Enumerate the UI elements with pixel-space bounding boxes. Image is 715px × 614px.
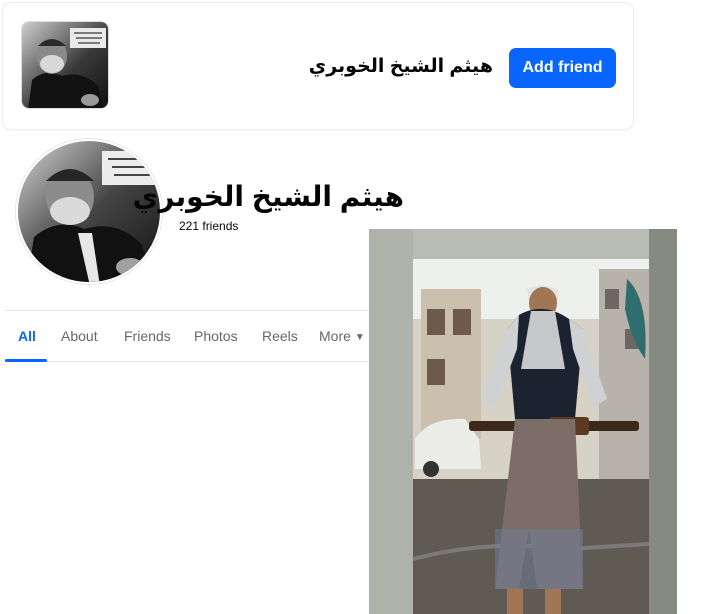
- tab-photos[interactable]: Photos: [194, 328, 238, 344]
- tab-reels[interactable]: Reels: [262, 328, 298, 344]
- tab-reels-label: Reels: [262, 328, 298, 344]
- caret-down-icon: ▼: [354, 332, 365, 343]
- profile-page: هيثم الشيخ الخوبري Add friend هيثم الشيخ…: [0, 0, 715, 614]
- tab-all-label: All: [18, 328, 36, 344]
- tab-about[interactable]: About: [61, 328, 98, 344]
- tab-all[interactable]: All: [18, 328, 36, 344]
- active-tab-indicator: [5, 359, 47, 362]
- profile-hover-card: هيثم الشيخ الخوبري Add friend: [3, 3, 633, 129]
- add-friend-button[interactable]: Add friend: [509, 48, 616, 88]
- profile-name: هيثم الشيخ الخوبري: [132, 181, 404, 212]
- tab-more-label: More: [319, 328, 351, 344]
- tab-about-label: About: [61, 328, 98, 344]
- mini-profile-name[interactable]: هيثم الشيخ الخوبري: [309, 55, 493, 78]
- tab-photos-label: Photos: [194, 328, 238, 344]
- tab-friends-label: Friends: [124, 328, 171, 344]
- tab-more[interactable]: More ▼: [319, 328, 365, 344]
- friends-count[interactable]: 221 friends: [179, 219, 238, 233]
- mini-avatar[interactable]: [21, 21, 109, 109]
- tab-friends[interactable]: Friends: [124, 328, 171, 344]
- post-photo[interactable]: [369, 229, 677, 614]
- profile-tabs: All About Friends Photos Reels More ▼: [5, 310, 370, 362]
